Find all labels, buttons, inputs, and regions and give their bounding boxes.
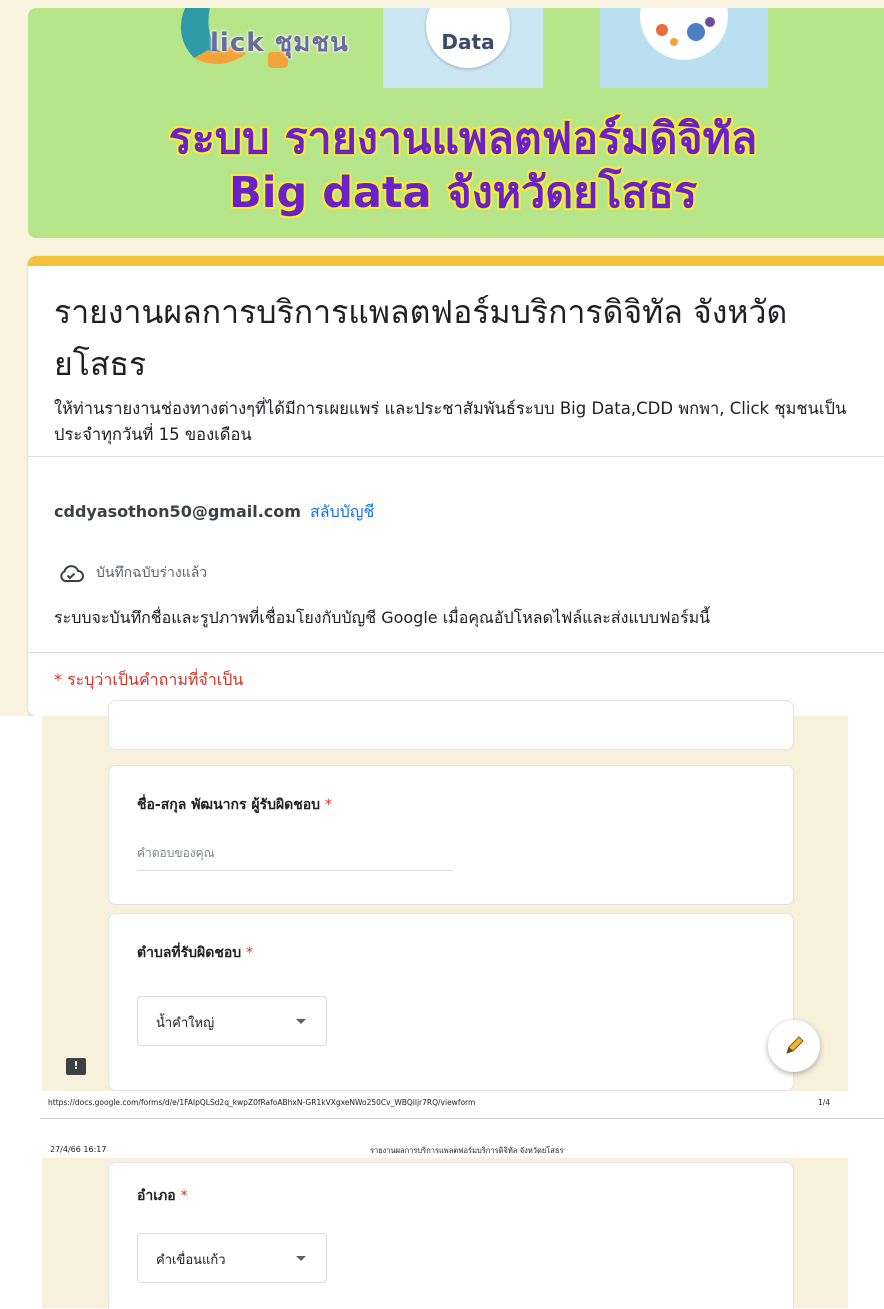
question-label-text: ชื่อ-สกุล พัฒนากร ผู้รับผิดชอบ xyxy=(137,797,321,813)
divider xyxy=(28,652,884,653)
draft-saved-text: บันทึกฉบับร่างแล้ว xyxy=(96,565,208,581)
account-row: cddyasothon50@gmail.com สลับบัญชี xyxy=(54,500,374,525)
form-header-card: รายงานผลการบริการแพลตฟอร์มบริการดิจิทัล … xyxy=(28,256,884,716)
dropdown-selected-value: คำเขื่อนแก้ว xyxy=(156,1253,226,1268)
print-page-number: 1/4 xyxy=(818,1098,831,1107)
required-asterisk: * xyxy=(324,797,332,813)
print-url: https://docs.google.com/forms/d/e/1FAIpQ… xyxy=(48,1098,476,1107)
pencil-icon xyxy=(786,1036,804,1054)
dropdown-arrow-icon xyxy=(296,1019,306,1024)
analytics-illustration xyxy=(600,8,768,88)
question-card-subdistrict: ตำบลที่รับผิดชอบ * น้ำคำใหญ่ xyxy=(108,913,794,1091)
question-label: อำเภอ * xyxy=(137,1185,188,1207)
required-asterisk: * xyxy=(180,1188,188,1204)
form-title: รายงานผลการบริการแพลตฟอร์มบริการดิจิทัล … xyxy=(54,293,788,383)
edit-button[interactable] xyxy=(768,1020,820,1072)
question-card-name: ชื่อ-สกุล พัฒนากร ผู้รับผิดชอบ * คำตอบขอ… xyxy=(108,765,794,905)
feedback-icon: ! xyxy=(73,1059,79,1072)
logo-text: lick ชุมชน xyxy=(210,28,349,58)
feedback-button[interactable]: ! xyxy=(66,1058,86,1075)
form-page: lick ชุมชน Data ระบบ รายงานแพลตฟอร์มดิจิ… xyxy=(0,0,884,716)
cloud-check-icon xyxy=(60,565,84,582)
required-asterisk: * xyxy=(246,945,254,961)
form-description: ให้ท่านรายงานช่องทางต่างๆที่ได้มีการเผยแ… xyxy=(54,399,847,444)
question-label-text: อำเภอ xyxy=(137,1188,176,1204)
required-note: * ระบุว่าเป็นคำถามที่จำเป็น xyxy=(54,670,244,689)
dropdown-arrow-icon xyxy=(296,1256,306,1261)
data-bubble: Data xyxy=(426,8,510,68)
card-accent-bar xyxy=(28,256,884,266)
subdistrict-dropdown[interactable]: น้ำคำใหญ่ xyxy=(137,996,327,1046)
print-header-title: รายงานผลการบริการแพลตฟอร์มบริการดิจิทัล … xyxy=(370,1146,564,1155)
divider xyxy=(28,456,884,457)
input-placeholder: คำตอบของคุณ xyxy=(137,846,215,860)
previous-question-card xyxy=(108,700,794,750)
draft-status: บันทึกฉบับร่างแล้ว xyxy=(58,560,207,586)
page-separator xyxy=(40,1118,884,1119)
account-email: cddyasothon50@gmail.com xyxy=(54,502,301,521)
banner-title: ระบบ รายงานแพลตฟอร์มดิจิทัล Big data จัง… xyxy=(28,112,884,220)
district-dropdown[interactable]: คำเขื่อนแก้ว xyxy=(137,1233,327,1283)
print-date: 27/4/66 16:17 xyxy=(50,1145,107,1154)
question-label-text: ตำบลที่รับผิดชอบ xyxy=(137,945,242,961)
banner-title-line1: ระบบ รายงานแพลตฟอร์มดิจิทัล xyxy=(168,114,758,164)
banner-title-line2: Big data จังหวัดยโสธร xyxy=(228,168,698,218)
question-card-district: อำเภอ * คำเขื่อนแก้ว xyxy=(108,1162,794,1309)
question-label: ตำบลที่รับผิดชอบ * xyxy=(137,942,253,964)
header-banner: lick ชุมชน Data ระบบ รายงานแพลตฟอร์มดิจิ… xyxy=(28,8,884,238)
analytics-graphic xyxy=(640,8,728,60)
question-label: ชื่อ-สกุล พัฒนากร ผู้รับผิดชอบ * xyxy=(137,794,332,816)
name-text-input[interactable]: คำตอบของคุณ xyxy=(137,844,453,871)
data-label: Data xyxy=(441,30,495,54)
dropdown-selected-value: น้ำคำใหญ่ xyxy=(156,1016,215,1031)
switch-account-link[interactable]: สลับบัญชี xyxy=(310,502,374,521)
data-illustration: Data xyxy=(383,8,543,88)
privacy-note: ระบบจะบันทึกชื่อและรูปภาพที่เชื่อมโยงกับ… xyxy=(54,608,711,627)
